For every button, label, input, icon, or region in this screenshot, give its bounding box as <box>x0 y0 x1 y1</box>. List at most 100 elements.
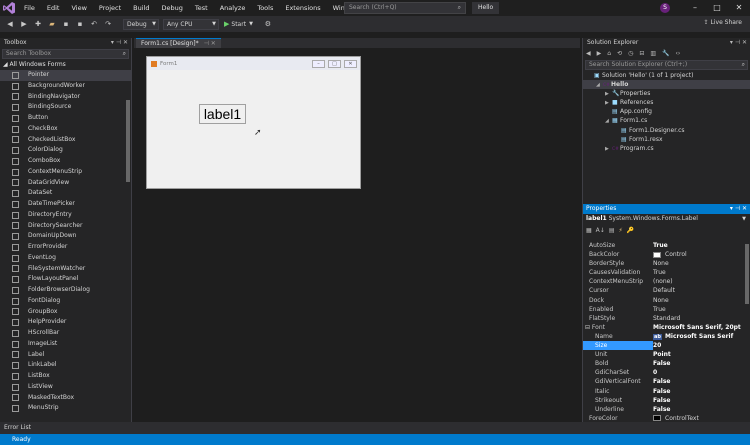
toolbox-item-backgroundworker[interactable]: BackgroundWorker <box>0 81 131 92</box>
solution-tree-item[interactable]: ▣ Solution 'Hello' (1 of 1 project) <box>583 71 750 80</box>
property-row[interactable]: CausesValidation True <box>583 268 743 277</box>
property-value[interactable]: False <box>653 377 743 386</box>
configuration-dropdown[interactable]: Debug ▼ <box>123 18 159 30</box>
property-row[interactable]: BackColor Control <box>583 250 743 259</box>
forward-icon[interactable]: ▶ <box>18 18 30 30</box>
minimize-button[interactable]: – <box>684 0 706 16</box>
menu-file[interactable]: File <box>18 0 41 16</box>
property-row[interactable]: Name ab Microsoft Sans Serif <box>583 332 743 341</box>
toolbox-item-flowlayoutpanel[interactable]: FlowLayoutPanel <box>0 274 131 285</box>
property-value[interactable]: Control <box>653 250 743 259</box>
toolbox-item-datetimepicker[interactable]: DateTimePicker <box>0 199 131 210</box>
property-row[interactable]: Strikeout False <box>583 396 743 405</box>
menu-analyze[interactable]: Analyze <box>214 0 252 16</box>
toolbox-category[interactable]: ◢ All Windows Forms <box>0 60 131 70</box>
live-share-button[interactable]: ⇪ Live Share <box>704 19 742 26</box>
search-input[interactable]: Search (Ctrl+Q) ⌕ <box>344 2 466 14</box>
tab-form1-design[interactable]: Form1.cs [Design]* ⊣ ✕ <box>136 38 221 48</box>
new-project-icon[interactable]: ✚ <box>32 18 44 30</box>
toolbox-item-bindingnavigator[interactable]: BindingNavigator <box>0 92 131 103</box>
property-value[interactable]: False <box>653 387 743 396</box>
events-icon[interactable]: ⚡ <box>618 227 622 234</box>
save-all-icon[interactable]: ▪ <box>74 18 86 30</box>
start-button[interactable]: ▶ Start ▼ <box>221 20 256 28</box>
menu-build[interactable]: Build <box>127 0 155 16</box>
toolbox-item-combobox[interactable]: ComboBox <box>0 156 131 167</box>
categorized-icon[interactable]: ▦ <box>586 227 592 234</box>
property-row[interactable]: FlatStyle Standard <box>583 314 743 323</box>
toolbox-item-dataset[interactable]: DataSet <box>0 188 131 199</box>
maximize-button[interactable]: □ <box>706 0 728 16</box>
property-row[interactable]: Underline False <box>583 405 743 414</box>
property-value[interactable]: True <box>653 241 743 250</box>
toolbox-scrollbar[interactable] <box>126 100 130 182</box>
toolbox-item-listview[interactable]: ListView <box>0 382 131 393</box>
menu-extensions[interactable]: Extensions <box>279 0 326 16</box>
toolbox-item-maskedtextbox[interactable]: MaskedTextBox <box>0 393 131 404</box>
toolbox-item-bindingsource[interactable]: BindingSource <box>0 102 131 113</box>
toolbox-search-input[interactable]: Search Toolbox ⌕ <box>2 49 129 59</box>
property-row[interactable]: BorderStyle None <box>583 259 743 268</box>
sync-icon[interactable]: ⟲ <box>617 50 622 57</box>
property-row[interactable]: AutoSize True <box>583 241 743 250</box>
toolbox-item-filesystemwatcher[interactable]: FileSystemWatcher <box>0 264 131 275</box>
solution-tree-item[interactable]: ▤ App.config <box>583 107 750 116</box>
menu-debug[interactable]: Debug <box>156 0 189 16</box>
property-row[interactable]: Bold False <box>583 359 743 368</box>
toolbox-item-datagridview[interactable]: DataGridView <box>0 178 131 189</box>
visual-studio-logo-icon[interactable] <box>0 0 18 16</box>
undo-icon[interactable]: ↶ <box>88 18 100 30</box>
pin-icon[interactable]: ▾ ⊣ ✕ <box>730 38 747 48</box>
forward-icon[interactable]: ▶ <box>597 50 602 57</box>
property-value[interactable]: None <box>653 296 743 305</box>
property-value[interactable]: False <box>653 359 743 368</box>
toolbox-item-menustrip[interactable]: MenuStrip <box>0 403 131 414</box>
pending-changes-icon[interactable]: ◷ <box>628 50 633 57</box>
menu-view[interactable]: View <box>65 0 92 16</box>
property-value[interactable]: Standard <box>653 314 743 323</box>
form-designer-surface[interactable]: Form1 – □ ✕ label1 ➚ <box>134 48 580 422</box>
toolbox-item-folderbrowserdialog[interactable]: FolderBrowserDialog <box>0 285 131 296</box>
solution-tree-item[interactable]: ◢ ▦ Form1.cs <box>583 116 750 125</box>
toolbox-item-button[interactable]: Button <box>0 113 131 124</box>
save-icon[interactable]: ▪ <box>60 18 72 30</box>
home-icon[interactable]: ⌂ <box>607 50 611 57</box>
back-icon[interactable]: ◀ <box>586 50 591 57</box>
toolbox-item-hscrollbar[interactable]: HScrollBar <box>0 328 131 339</box>
solution-tree-item[interactable]: ▶ ■ References <box>583 98 750 107</box>
property-row[interactable]: GdiCharSet 0 <box>583 368 743 377</box>
property-value[interactable]: Point <box>653 350 743 359</box>
property-row[interactable]: Cursor Default <box>583 286 743 295</box>
property-value[interactable]: True <box>653 305 743 314</box>
pin-icon[interactable]: ▾ ⊣ ✕ <box>111 38 128 48</box>
property-value[interactable]: False <box>653 396 743 405</box>
solution-tree-item[interactable]: ▶ 🔧Properties <box>583 89 750 98</box>
toolbox-item-imagelist[interactable]: ImageList <box>0 339 131 350</box>
menu-tools[interactable]: Tools <box>251 0 279 16</box>
property-row[interactable]: Dock None <box>583 296 743 305</box>
toolbox-item-linklabel[interactable]: LinkLabel <box>0 360 131 371</box>
toolbox-item-directorysearcher[interactable]: DirectorySearcher <box>0 221 131 232</box>
back-icon[interactable]: ◀ <box>4 18 16 30</box>
solution-tree-item[interactable]: ▶ C#Program.cs <box>583 144 750 153</box>
toolbox-item-colordialog[interactable]: ColorDialog <box>0 145 131 156</box>
property-value[interactable]: 0 <box>653 368 743 377</box>
property-value[interactable]: (none) <box>653 277 743 286</box>
toolbox-item-listbox[interactable]: ListBox <box>0 371 131 382</box>
solution-search-input[interactable]: Search Solution Explorer (Ctrl+;) ⌕ <box>585 60 748 70</box>
toolbox-item-directoryentry[interactable]: DirectoryEntry <box>0 210 131 221</box>
open-folder-icon[interactable]: ▰ <box>46 18 58 30</box>
properties-scrollbar[interactable] <box>745 244 749 304</box>
form1-window[interactable]: Form1 – □ ✕ label1 ➚ <box>146 56 361 189</box>
platform-dropdown[interactable]: Any CPU ▼ <box>163 18 219 30</box>
property-value[interactable]: 20 <box>653 341 743 350</box>
property-value[interactable]: Microsoft Sans Serif, 20pt <box>653 323 743 332</box>
property-pages-icon[interactable]: 🔑 <box>627 227 634 234</box>
properties-icon[interactable]: 🔧 <box>662 50 669 57</box>
property-row[interactable]: ContextMenuStrip (none) <box>583 277 743 286</box>
toolbox-item-checkbox[interactable]: CheckBox <box>0 124 131 135</box>
menu-test[interactable]: Test <box>189 0 214 16</box>
collapse-all-icon[interactable]: ⊟ <box>639 50 644 57</box>
close-button[interactable]: ✕ <box>728 0 750 16</box>
close-icon[interactable]: ⊣ ✕ <box>204 40 216 47</box>
